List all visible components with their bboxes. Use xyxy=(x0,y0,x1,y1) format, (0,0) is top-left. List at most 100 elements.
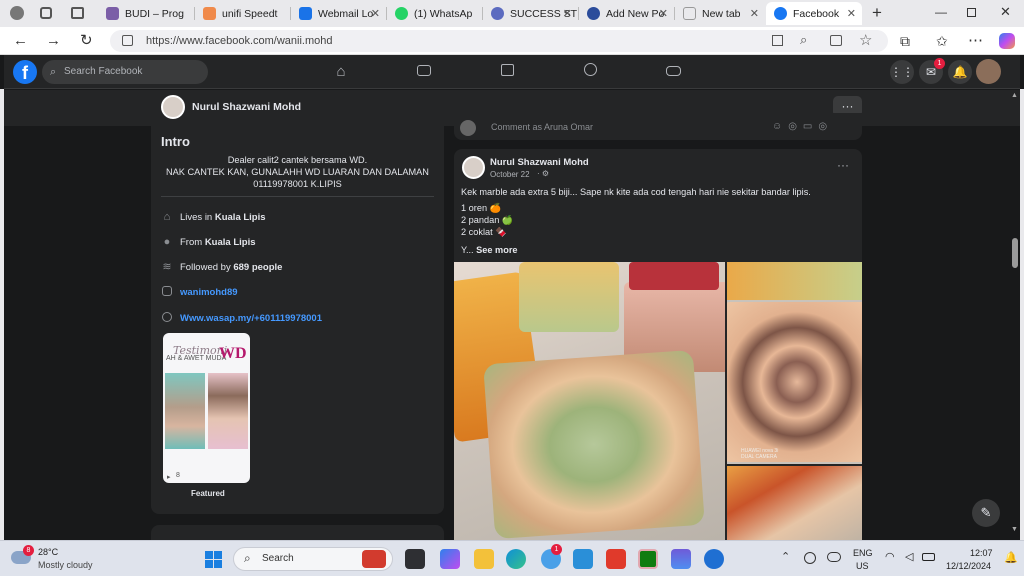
instagram-icon xyxy=(161,286,173,298)
edge-browser-icon[interactable] xyxy=(506,549,526,569)
facebook-logo-icon[interactable]: f xyxy=(13,60,37,84)
start-button[interactable] xyxy=(205,551,222,568)
address-bar[interactable]: https://www.facebook.com/wanii.mohd ⌕ ☆ xyxy=(110,30,888,52)
wifi-icon[interactable]: ◠ xyxy=(885,550,895,563)
success-favicon xyxy=(491,7,504,20)
notification-bell-icon[interactable]: 🔔 xyxy=(1004,551,1018,564)
featured-label: Featured xyxy=(191,489,225,498)
tray-cloud-icon[interactable] xyxy=(827,552,841,562)
gaming-icon[interactable] xyxy=(664,63,682,81)
see-more-prefix: Y... xyxy=(461,245,477,255)
instagram-link[interactable]: wanimohd89 xyxy=(180,287,238,298)
site-info-icon[interactable] xyxy=(122,35,133,46)
task-view-icon[interactable] xyxy=(405,549,425,569)
language-primary[interactable]: ENG xyxy=(853,548,873,558)
more-menu-icon[interactable]: ⋯ xyxy=(968,31,983,51)
video-icon[interactable] xyxy=(415,63,433,81)
tab-actions-icon[interactable] xyxy=(71,7,84,19)
tab-whatsapp[interactable]: (1) WhatsAp xyxy=(387,2,482,25)
forward-button[interactable]: → xyxy=(46,31,61,51)
close-tab-icon[interactable]: ✕ xyxy=(659,7,668,20)
close-tab-icon[interactable]: ✕ xyxy=(750,7,759,20)
zoom-icon[interactable]: ⌕ xyxy=(800,32,807,48)
post-photo-3[interactable] xyxy=(727,466,862,549)
close-tab-icon[interactable]: ✕ xyxy=(847,7,856,20)
tab-new-tab[interactable]: New tab ✕ xyxy=(675,2,765,25)
mountain-app-icon[interactable] xyxy=(671,549,691,569)
comment-tools-icon[interactable]: ☺◎▭◎ xyxy=(772,121,833,132)
facebook-search-input[interactable]: ⌕ Search Facebook xyxy=(42,60,208,84)
lives-place[interactable]: Kuala Lipis xyxy=(215,212,266,223)
weather-desc[interactable]: Mostly cloudy xyxy=(38,560,93,570)
clock-time[interactable]: 12:07 xyxy=(970,548,993,558)
wps-mdp-icon[interactable] xyxy=(573,549,593,569)
tray-app-icon[interactable] xyxy=(804,552,816,564)
comment-input[interactable]: Comment as Aruna Omar xyxy=(491,122,593,132)
url-text[interactable]: https://www.facebook.com/wanii.mohd xyxy=(146,35,332,47)
xbox-icon[interactable] xyxy=(638,549,658,569)
post-author-avatar[interactable] xyxy=(462,156,485,179)
tab-label: (1) WhatsAp xyxy=(414,7,473,20)
read-aloud-icon[interactable] xyxy=(830,35,842,46)
app-available-icon[interactable] xyxy=(772,35,783,46)
post-date[interactable]: October 22 xyxy=(490,170,530,179)
favorites-icon[interactable]: ✩ xyxy=(936,31,948,51)
tab-add-new-post[interactable]: Add New Po ✕ xyxy=(579,2,674,25)
language-secondary[interactable]: US xyxy=(856,561,869,571)
clock-date[interactable]: 12/12/2024 xyxy=(946,561,991,571)
address-toolbar: ← → ↻ https://www.facebook.com/wanii.moh… xyxy=(0,27,1024,55)
taskbar-search[interactable]: ⌕ Search xyxy=(233,547,393,571)
followed-count[interactable]: 689 people xyxy=(233,262,282,273)
tab-unifi[interactable]: unifi Speedt xyxy=(195,2,290,25)
extensions-icon[interactable]: ⧉ xyxy=(900,31,910,51)
scroll-down-arrow[interactable]: ▼ xyxy=(1011,526,1018,533)
tab-label: Facebook xyxy=(793,7,840,20)
tab-webmail[interactable]: Webmail Lo ✕ xyxy=(291,2,386,25)
new-tab-button[interactable]: + xyxy=(872,3,882,23)
see-more-link[interactable]: See more xyxy=(476,245,517,255)
post-photo-2[interactable]: HUAWEI nova 3i DUAL CAMERA xyxy=(727,262,862,464)
testimonial-photo xyxy=(165,373,205,449)
favorite-star-icon[interactable]: ☆ xyxy=(859,31,872,49)
from-place[interactable]: Kuala Lipis xyxy=(205,237,256,248)
volume-icon[interactable]: ◁ xyxy=(905,550,913,563)
minimize-button[interactable]: — xyxy=(935,5,947,19)
back-button[interactable]: ← xyxy=(13,31,28,51)
close-window-button[interactable]: ✕ xyxy=(1000,4,1011,20)
workspaces-icon[interactable] xyxy=(40,7,52,19)
restore-button[interactable] xyxy=(967,8,976,17)
tab-budi[interactable]: BUDI – Prog xyxy=(98,2,193,25)
close-tab-icon[interactable]: ✕ xyxy=(563,7,572,20)
profile-icon[interactable] xyxy=(10,6,24,20)
post-author[interactable]: Nurul Shazwani Mohd xyxy=(490,157,589,168)
tray-chevron-icon[interactable]: ⌃ xyxy=(781,550,790,563)
search-icon: ⌕ xyxy=(244,551,251,565)
copilot-icon[interactable] xyxy=(999,33,1015,49)
file-explorer-icon[interactable] xyxy=(474,549,494,569)
groups-icon[interactable] xyxy=(581,63,599,81)
profile-name[interactable]: Nurul Shazwani Mohd xyxy=(192,101,301,113)
weather-temp[interactable]: 28°C xyxy=(38,547,58,557)
featured-story[interactable]: Testimoni AH & AWET MUDA WD ▸ 8 xyxy=(163,333,250,483)
tab-label: BUDI – Prog xyxy=(125,7,184,20)
post-photo-main[interactable] xyxy=(454,262,725,549)
notifications-bell-icon[interactable]: 🔔 xyxy=(948,60,972,84)
tab-success[interactable]: SUCCESS ST ✕ xyxy=(483,2,578,25)
help-app-icon[interactable] xyxy=(704,549,724,569)
marketplace-icon[interactable] xyxy=(498,63,516,81)
copilot-app-icon[interactable] xyxy=(440,549,460,569)
page-scrollbar[interactable] xyxy=(1012,238,1018,268)
post-options-icon[interactable]: ··· xyxy=(837,158,849,172)
wps-office-icon[interactable] xyxy=(606,549,626,569)
account-avatar[interactable] xyxy=(976,59,1001,84)
tab-facebook[interactable]: Facebook ✕ xyxy=(766,2,862,25)
battery-icon[interactable] xyxy=(922,553,935,561)
new-message-button[interactable]: ✎ xyxy=(972,499,1000,527)
menu-grid-icon[interactable]: ⋮⋮ xyxy=(890,60,914,84)
profile-avatar[interactable] xyxy=(161,95,185,119)
scroll-up-arrow[interactable]: ▲ xyxy=(1011,92,1018,99)
home-icon[interactable]: ⌂ xyxy=(332,63,350,81)
refresh-button[interactable]: ↻ xyxy=(80,31,93,51)
whatsapp-link[interactable]: Www.wasap.my/+601119978001 xyxy=(180,313,322,324)
close-tab-icon[interactable]: ✕ xyxy=(371,7,380,20)
